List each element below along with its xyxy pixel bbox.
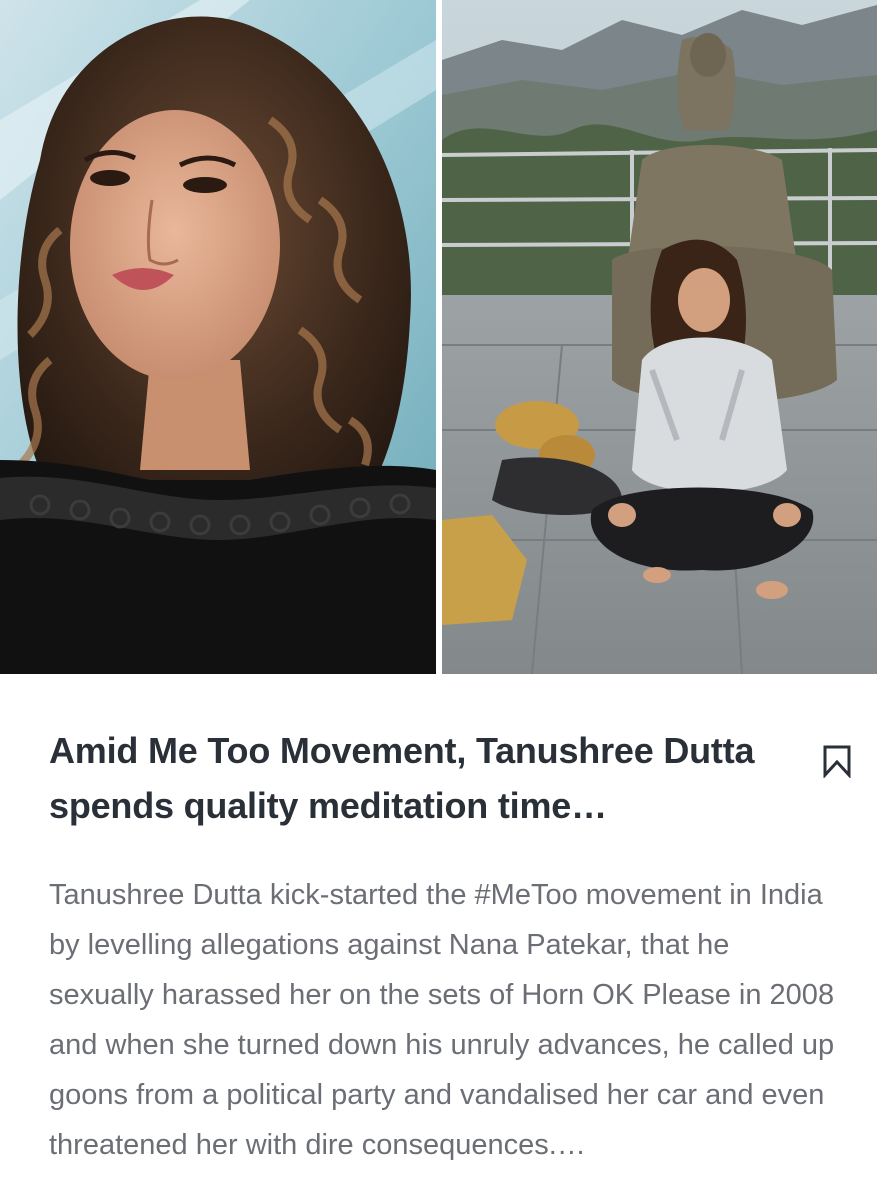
bookmark-icon [823,745,851,778]
photo-collage[interactable] [0,0,877,674]
news-card: Amid Me Too Movement, Tanushree Dutta sp… [0,0,877,1200]
portrait-photo [0,0,436,674]
article-body: Amid Me Too Movement, Tanushree Dutta sp… [0,674,877,1200]
article-summary: Tanushree Dutta kick-started the #MeToo … [49,879,835,1161]
bookmark-button[interactable] [821,744,853,778]
article-headline[interactable]: Amid Me Too Movement, Tanushree Dutta sp… [49,723,799,833]
meditation-photo [442,0,877,674]
